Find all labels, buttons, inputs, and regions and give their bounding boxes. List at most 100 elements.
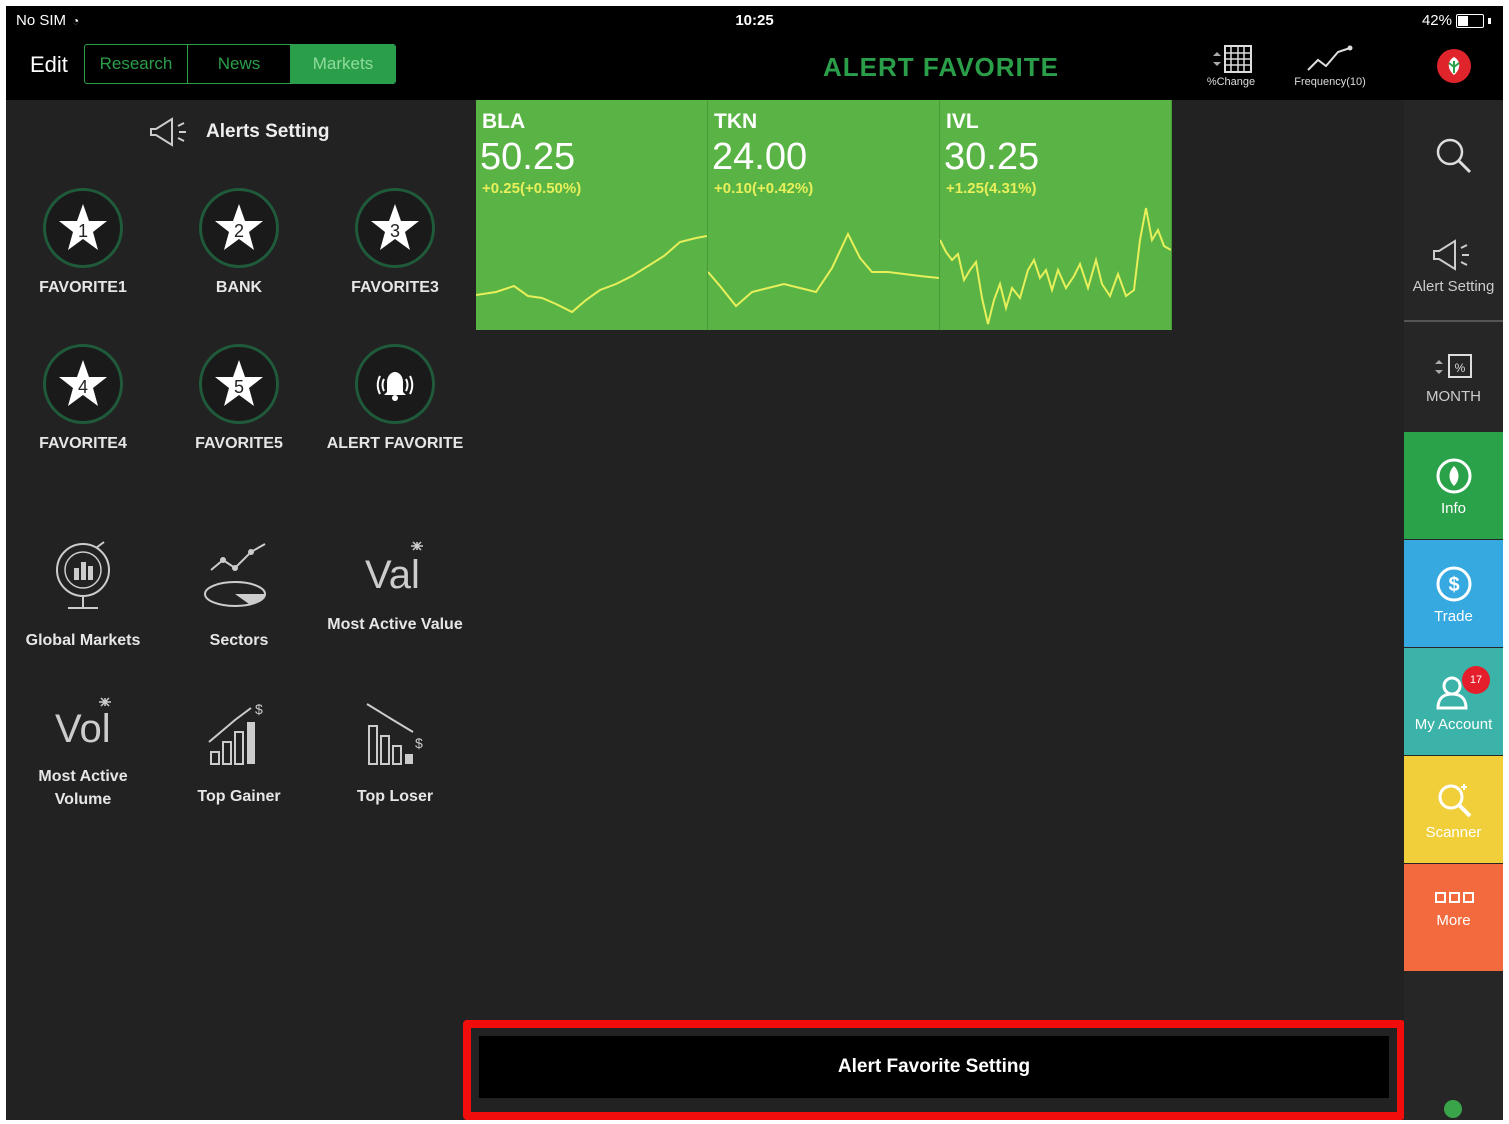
alert-favorite-setting-button[interactable]: Alert Favorite Setting <box>479 1036 1389 1098</box>
globe-chart-icon <box>56 541 110 609</box>
top-loser-icon: $ <box>366 703 423 765</box>
sectors-label: Sectors <box>209 632 269 649</box>
top-loser-tile[interactable]: $ Top Loser <box>320 696 470 808</box>
battery-fill <box>1458 15 1468 26</box>
favorite-1-label: FAVORITE1 <box>39 279 127 296</box>
favorite-1-number: 1 <box>78 221 88 241</box>
tab-markets[interactable]: Markets <box>291 45 395 83</box>
ticker-change: +0.25(+0.50%) <box>482 180 582 197</box>
svg-text:$: $ <box>255 701 263 717</box>
segmented-tabs: Research News Markets <box>84 44 396 84</box>
alert-setting-button[interactable]: Alert Setting <box>1404 238 1503 295</box>
tab-research[interactable]: Research <box>85 45 188 83</box>
star-icon: 1 <box>43 188 123 268</box>
sectors-icon <box>204 543 266 607</box>
scanner-label: Scanner <box>1425 824 1482 841</box>
page-title: ALERT FAVORITE <box>823 52 1059 82</box>
nav-bar: Edit Research News Markets ALERT FAVORIT… <box>6 34 1503 100</box>
svg-text:Vol: Vol <box>55 707 111 751</box>
favorite-3-number: 3 <box>390 221 400 241</box>
main-content: BLA 50.25 +0.25(+0.50%) TKN 24.00 +0.10(… <box>463 100 1405 1120</box>
battery-tip <box>1488 17 1491 24</box>
most-active-volume-label: Most Active Volume <box>38 768 128 808</box>
favorite-4-label: FAVORITE4 <box>39 435 127 452</box>
brand-logo-icon[interactable] <box>1437 49 1471 83</box>
svg-text:$: $ <box>1448 574 1459 596</box>
favorite-1-tile[interactable]: 1 FAVORITE1 <box>8 188 158 299</box>
star-icon: 3 <box>355 188 435 268</box>
most-active-value-tile[interactable]: Val Most Active Value <box>320 536 470 636</box>
left-menu-panel: Alerts Setting 1 FAVORITE1 2 BANK 3 FAVO… <box>6 100 474 1120</box>
ticker-symbol: BLA <box>482 110 526 133</box>
volume-icon: Vol <box>55 697 111 751</box>
alert-favorite-label: ALERT FAVORITE <box>326 435 464 452</box>
battery-icon <box>1456 13 1484 28</box>
more-label: More <box>1436 912 1471 929</box>
bell-icon <box>355 344 435 424</box>
favorite-2-tile[interactable]: 2 BANK <box>164 188 314 299</box>
calendar-icon: % <box>1434 354 1472 378</box>
grid-icon <box>1213 45 1252 73</box>
trade-button[interactable]: $ Trade <box>1404 540 1503 647</box>
star-shape: 3 <box>371 204 419 250</box>
alert-favorite-tile[interactable]: ALERT FAVORITE <box>320 344 470 455</box>
notification-badge: 17 <box>1462 666 1490 694</box>
top-loser-label: Top Loser <box>356 788 434 805</box>
star-shape: 2 <box>215 204 263 250</box>
ticker-symbol: IVL <box>946 110 979 133</box>
trade-icon: $ <box>1436 566 1471 602</box>
scanner-button[interactable]: Scanner <box>1404 756 1503 863</box>
connection-status-dot <box>1444 1100 1462 1118</box>
global-markets-tile[interactable]: Global Markets <box>8 536 158 652</box>
line-chart-icon <box>1307 45 1353 71</box>
favorite-3-label: FAVORITE3 <box>351 279 439 296</box>
star-icon: 4 <box>43 344 123 424</box>
favorite-5-label: FAVORITE5 <box>195 435 283 452</box>
svg-text:$: $ <box>415 735 423 751</box>
info-button[interactable]: Info <box>1404 432 1503 539</box>
star-shape: 4 <box>59 360 107 406</box>
search-icon <box>1436 138 1471 174</box>
most-active-value-label: Most Active Value <box>327 616 463 633</box>
star-icon: 2 <box>199 188 279 268</box>
ticker-price: 30.25 <box>944 136 1040 178</box>
ticker-sparkline <box>708 231 939 308</box>
status-bar: No SIM ◔ 10:25 42% <box>6 6 1503 34</box>
ticker-card[interactable]: BLA 50.25 +0.25(+0.50%) <box>476 100 708 330</box>
alert-setting-label: Alert Setting <box>1412 278 1495 295</box>
top-gainer-tile[interactable]: $ Top Gainer <box>164 696 314 808</box>
search-button[interactable] <box>1404 136 1503 182</box>
value-icon: Val <box>365 541 423 597</box>
favorite-5-tile[interactable]: 5 FAVORITE5 <box>164 344 314 455</box>
more-button[interactable]: More <box>1404 864 1503 971</box>
percent-change-button[interactable]: %Change <box>1196 44 1266 88</box>
megaphone-icon <box>150 117 186 147</box>
favorite-2-label: BANK <box>215 279 263 296</box>
top-gainer-label: Top Gainer <box>197 788 281 805</box>
favorite-4-number: 4 <box>78 377 88 397</box>
ticker-card[interactable]: TKN 24.00 +0.10(+0.42%) <box>708 100 940 330</box>
alerts-setting-button[interactable]: Alerts Setting <box>148 116 330 148</box>
star-shape: 1 <box>59 204 107 250</box>
favorite-5-number: 5 <box>234 377 244 397</box>
percent-change-label: %Change <box>1206 76 1256 88</box>
favorite-4-tile[interactable]: 4 FAVORITE4 <box>8 344 158 455</box>
my-account-button[interactable]: My Account 17 <box>1404 648 1503 755</box>
frequency-button[interactable]: Frequency(10) <box>1278 44 1382 88</box>
svg-text:%: % <box>1454 361 1465 375</box>
trade-label: Trade <box>1434 608 1473 625</box>
megaphone-icon <box>1432 239 1469 271</box>
edit-button[interactable]: Edit <box>30 52 68 78</box>
scanner-icon <box>1438 784 1471 818</box>
ticker-change: +1.25(4.31%) <box>946 180 1037 197</box>
favorite-3-tile[interactable]: 3 FAVORITE3 <box>320 188 470 299</box>
star-shape: 5 <box>215 360 263 406</box>
battery-percent: 42% <box>1421 12 1452 29</box>
most-active-volume-tile[interactable]: Vol Most Active Volume <box>8 696 158 811</box>
ticker-card[interactable]: IVL 30.25 +1.25(4.31%) <box>940 100 1172 330</box>
tab-news[interactable]: News <box>188 45 291 83</box>
info-icon <box>1436 458 1471 494</box>
period-button[interactable]: % MONTH <box>1404 352 1503 405</box>
sectors-tile[interactable]: Sectors <box>164 536 314 652</box>
more-icon <box>1434 892 1474 903</box>
